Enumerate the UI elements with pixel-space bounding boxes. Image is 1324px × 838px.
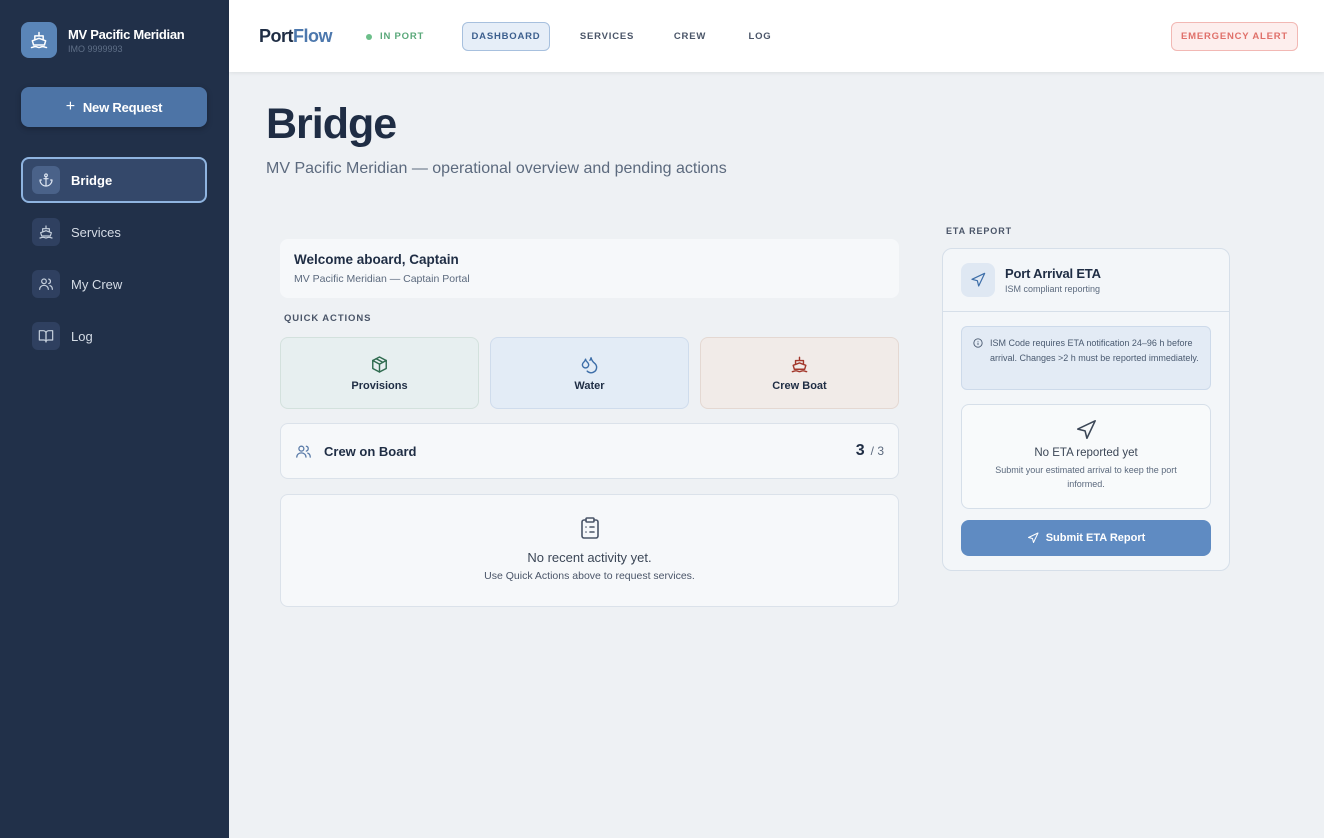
activity-empty-subtitle: Use Quick Actions above to request servi…	[484, 570, 695, 582]
submit-eta-report-button[interactable]: Submit ETA Report	[961, 520, 1211, 556]
crew-on-board-label: Crew on Board	[324, 443, 417, 459]
ship-icon	[21, 22, 57, 58]
status-label: IN PORT	[380, 31, 425, 42]
sidebar-item-label: My Crew	[71, 276, 123, 292]
vessel-name: MV Pacific Meridian	[68, 26, 185, 42]
quick-action-label: Crew Boat	[772, 379, 827, 392]
page-subtitle: MV Pacific Meridian — operational overvi…	[266, 160, 727, 177]
tab-services[interactable]: SERVICES	[572, 22, 642, 51]
eta-panel-header: Port Arrival ETA ISM compliant reporting	[943, 249, 1229, 312]
new-request-label: New Request	[82, 99, 163, 115]
users-icon	[32, 270, 60, 298]
sidebar-item-bridge[interactable]: Bridge	[21, 157, 207, 203]
quick-action-provisions[interactable]: Provisions	[280, 337, 479, 409]
emergency-alert-button[interactable]: EMERGENCY ALERT	[1171, 22, 1298, 51]
navigation-icon	[961, 263, 995, 297]
eta-empty-title: No ETA reported yet	[1034, 447, 1138, 459]
submit-eta-label: Submit ETA Report	[1045, 532, 1146, 544]
info-icon	[973, 338, 983, 348]
logo-flow: Flow	[293, 26, 333, 46]
port-status-badge: IN PORT	[366, 31, 424, 42]
app-logo[interactable]: PortFlow	[259, 26, 333, 47]
tab-log[interactable]: LOG	[738, 22, 782, 51]
eta-report-label: ETA REPORT	[946, 226, 1013, 236]
crew-count-total: / 3	[870, 444, 884, 458]
eta-title: Port Arrival ETA	[1005, 266, 1101, 281]
quick-action-crew-boat[interactable]: Crew Boat	[700, 337, 899, 409]
page-title: Bridge	[266, 100, 397, 148]
ism-info-note: ISM Code requires ETA notification 24–96…	[961, 326, 1211, 390]
send-icon	[1027, 532, 1039, 543]
clipboard-list-icon	[580, 517, 599, 539]
sidebar-nav: Bridge Services My Crew Log	[21, 157, 207, 365]
eta-empty-state: No ETA reported yet Submit your estimate…	[961, 404, 1211, 509]
vessel-brand: MV Pacific Meridian IMO 9999993	[21, 22, 185, 58]
ism-info-text: ISM Code requires ETA notification 24–96…	[990, 338, 1199, 363]
crew-on-board-card[interactable]: Crew on Board 3 / 3	[280, 423, 899, 479]
sidebar-item-log[interactable]: Log	[21, 313, 207, 359]
new-request-button[interactable]: + New Request	[21, 87, 207, 127]
tab-crew[interactable]: CREW	[664, 22, 716, 51]
status-dot-icon	[366, 33, 372, 40]
quick-action-water[interactable]: Water	[490, 337, 689, 409]
vessel-imo: IMO 9999993	[68, 43, 123, 54]
crew-count: 3 / 3	[856, 442, 884, 460]
anchor-icon	[32, 166, 60, 194]
sidebar-item-my-crew[interactable]: My Crew	[21, 261, 207, 307]
navigation-icon	[1076, 420, 1096, 440]
quick-actions-label: QUICK ACTIONS	[284, 313, 372, 324]
welcome-title: Welcome aboard, Captain	[294, 252, 459, 267]
plus-icon: +	[65, 98, 75, 115]
droplets-icon	[581, 356, 598, 373]
package-icon	[372, 355, 387, 373]
logo-port: Port	[259, 26, 294, 46]
quick-action-label: Water	[574, 379, 605, 392]
ship-icon	[32, 218, 60, 246]
eta-empty-subtitle: Submit your estimated arrival to keep th…	[995, 465, 1177, 489]
quick-action-label: Provisions	[351, 379, 408, 392]
recent-activity-card: No recent activity yet. Use Quick Action…	[280, 494, 899, 607]
users-icon	[296, 445, 311, 458]
welcome-subtitle: MV Pacific Meridian — Captain Portal	[294, 273, 470, 285]
top-bar: PortFlow IN PORT DASHBOARD SERVICES CREW…	[229, 0, 1324, 72]
sidebar: MV Pacific Meridian IMO 9999993 + New Re…	[0, 0, 229, 838]
sidebar-item-services[interactable]: Services	[21, 209, 207, 255]
eta-subtitle: ISM compliant reporting	[1005, 284, 1101, 294]
eta-report-panel: Port Arrival ETA ISM compliant reporting…	[942, 248, 1230, 571]
activity-empty-title: No recent activity yet.	[527, 550, 652, 565]
sidebar-item-label: Services	[71, 224, 121, 240]
welcome-card: Welcome aboard, Captain MV Pacific Merid…	[280, 239, 899, 298]
book-icon	[32, 322, 60, 350]
sidebar-item-label: Log	[71, 328, 93, 344]
tab-dashboard[interactable]: DASHBOARD	[462, 22, 550, 51]
ship-icon	[791, 356, 808, 372]
sidebar-item-label: Bridge	[71, 172, 113, 188]
crew-count-value: 3	[855, 442, 865, 459]
